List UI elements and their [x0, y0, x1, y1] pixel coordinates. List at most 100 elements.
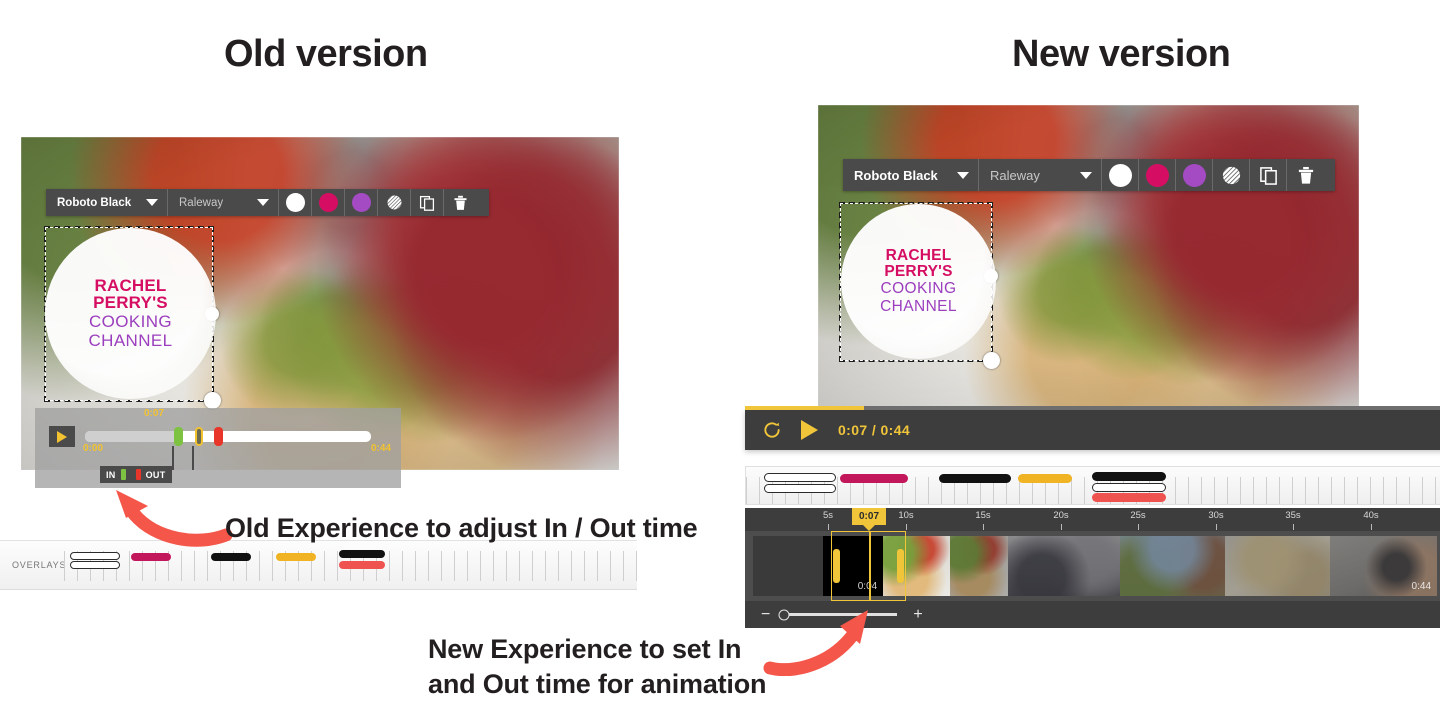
- timeline-clip-branch[interactable]: [1224, 536, 1330, 596]
- font-family-dropdown-old[interactable]: Roboto Black: [46, 189, 168, 216]
- video-player-controls-new[interactable]: 0:07 / 0:44: [745, 406, 1440, 450]
- opacity-button-new[interactable]: [1213, 159, 1250, 191]
- color-swatch-purple-new[interactable]: [1176, 159, 1213, 191]
- player-progress-bar-new[interactable]: [745, 406, 1440, 410]
- chevron-down-icon: [1080, 171, 1092, 179]
- ruler-tick-label: 15s: [975, 510, 991, 521]
- total-time-label: 0:44: [1411, 581, 1432, 592]
- delete-button-old[interactable]: [444, 189, 477, 216]
- color-swatch-purple-old[interactable]: [345, 189, 378, 216]
- loop-icon: [764, 422, 780, 438]
- overlay-pill-hollow-c-new[interactable]: [1092, 483, 1166, 492]
- current-time-label-old: 0:07: [144, 408, 165, 419]
- overlay-pill-red-new[interactable]: [1092, 493, 1166, 502]
- ruler-tick-label: 10s: [898, 510, 914, 521]
- out-label-old: OUT: [145, 469, 166, 480]
- color-swatch-white-old[interactable]: [279, 189, 312, 216]
- overlay-pill-black-new[interactable]: [939, 474, 1011, 483]
- playhead-handle-old[interactable]: [195, 427, 204, 446]
- color-swatch-white-new[interactable]: [1102, 159, 1139, 191]
- opacity-icon: [1222, 166, 1240, 184]
- ruler-tick-label: 35s: [1285, 510, 1301, 521]
- ruler-tick-label: 30s: [1208, 510, 1224, 521]
- overlay-pill-black-b-old[interactable]: [339, 550, 385, 558]
- end-time-label-old: 0:44: [371, 443, 392, 454]
- play-button-new[interactable]: [801, 420, 818, 440]
- logo-overlay-new[interactable]: RACHEL PERRY'S COOKING CHANNEL: [841, 204, 996, 359]
- duplicate-button-old[interactable]: [411, 189, 444, 216]
- timeline-ruler[interactable]: 5s 10s 15s 20s 25s 30s 35s 40s 0:07: [745, 508, 1440, 531]
- logo-line-1-new: RACHEL: [885, 246, 952, 264]
- clip-time-label: 0:04: [857, 581, 878, 592]
- in-marker-handle-old[interactable]: [173, 427, 183, 446]
- overlays-rail-new[interactable]: [745, 466, 1440, 505]
- scrubber-track-old[interactable]: [85, 427, 371, 446]
- ruler-tick-mark: [906, 524, 907, 530]
- loop-button-new[interactable]: [761, 419, 783, 441]
- timeline-clip-food[interactable]: [883, 536, 951, 596]
- video-player-controls-old[interactable]: 0:07 0:00 0:44: [35, 408, 401, 488]
- page-title-old: Old version: [224, 33, 428, 75]
- overlay-pill-hollow-a-old[interactable]: [70, 552, 120, 560]
- timeline-clip-street[interactable]: [1008, 536, 1120, 596]
- trash-icon: [454, 195, 467, 210]
- overlay-pill-black-b-new[interactable]: [1092, 472, 1166, 481]
- color-swatch-pink-new[interactable]: [1139, 159, 1176, 191]
- font-family-value-old: Roboto Black: [57, 196, 132, 209]
- playhead-line[interactable]: [869, 531, 871, 601]
- play-button-old[interactable]: [49, 426, 75, 447]
- overlay-pill-hollow-b-old[interactable]: [70, 561, 120, 569]
- color-swatch-pink-old[interactable]: [312, 189, 345, 216]
- annotation-old: Old Experience to adjust In / Out time: [225, 513, 698, 543]
- overlay-pill-pink-old[interactable]: [131, 553, 171, 561]
- page-title-new: New version: [1012, 33, 1231, 75]
- overlays-tick-marks-old: [64, 541, 637, 589]
- player-progress-fill-new: [745, 406, 864, 410]
- text-editor-toolbar-old[interactable]: Roboto Black Raleway: [46, 189, 489, 216]
- pink-circle-icon: [318, 193, 338, 212]
- ruler-tick-mark: [828, 524, 829, 530]
- timeline-clip-road[interactable]: [1119, 536, 1225, 596]
- ruler-tick-mark: [983, 524, 984, 530]
- overlay-pill-hollow-b-new[interactable]: [764, 484, 836, 493]
- resize-handle-corner-new[interactable]: [983, 352, 1000, 369]
- ruler-tick-label: 25s: [1130, 510, 1146, 521]
- duplicate-button-new[interactable]: [1250, 159, 1287, 191]
- overlay-pill-gold-new[interactable]: [1018, 474, 1072, 483]
- trim-handle-in[interactable]: [833, 549, 840, 583]
- playhead-time-bubble[interactable]: 0:07: [851, 508, 887, 525]
- ruler-tick-mark: [1371, 524, 1372, 530]
- timeline-clip-selected-dark[interactable]: 0:04: [822, 536, 884, 596]
- logo-line-3-new: COOKING: [880, 280, 957, 298]
- overlay-pill-hollow-a-new[interactable]: [764, 473, 836, 482]
- logo-overlay-old[interactable]: RACHEL PERRY'S COOKING CHANNEL: [45, 228, 216, 399]
- trim-handle-out[interactable]: [897, 549, 904, 583]
- overlay-pill-pink-new[interactable]: [840, 474, 908, 483]
- font-family-value-new: Roboto Black: [854, 167, 938, 183]
- zoom-in-button[interactable]: +: [913, 606, 922, 623]
- ruler-tick-mark: [1061, 524, 1062, 530]
- font-style-dropdown-new[interactable]: Raleway: [979, 159, 1102, 191]
- overlay-pill-black-old[interactable]: [211, 553, 251, 561]
- timeline-clip-food-2[interactable]: [950, 536, 1009, 596]
- overlays-rail-label: OVERLAYS: [12, 560, 67, 570]
- resize-handle-corner-old[interactable]: [204, 392, 221, 409]
- overlay-pill-gold-old[interactable]: [276, 553, 316, 561]
- timeline-clip-phone[interactable]: 0:44: [1330, 536, 1438, 596]
- annotation-new-line-2: and Out time for animation: [428, 668, 767, 699]
- font-style-dropdown-old[interactable]: Raleway: [168, 189, 279, 216]
- ruler-tick-mark: [1216, 524, 1217, 530]
- out-marker-stem-old: [192, 446, 194, 470]
- in-out-chip-old[interactable]: IN OUT: [100, 466, 172, 483]
- opacity-button-old[interactable]: [378, 189, 411, 216]
- opacity-icon: [387, 195, 401, 210]
- in-marker-stem-old: [172, 446, 174, 470]
- timeline-clip-strip[interactable]: 0:04 0:44: [745, 531, 1440, 601]
- out-marker-handle-old[interactable]: [213, 427, 223, 446]
- text-editor-toolbar-new[interactable]: Roboto Black Raleway: [843, 159, 1335, 191]
- overlay-pill-red-old[interactable]: [339, 561, 385, 569]
- delete-button-new[interactable]: [1287, 159, 1324, 191]
- overlays-rail-old[interactable]: OVERLAYS: [0, 540, 637, 590]
- font-family-dropdown-new[interactable]: Roboto Black: [843, 159, 979, 191]
- timeline-clip-gap[interactable]: [753, 536, 823, 596]
